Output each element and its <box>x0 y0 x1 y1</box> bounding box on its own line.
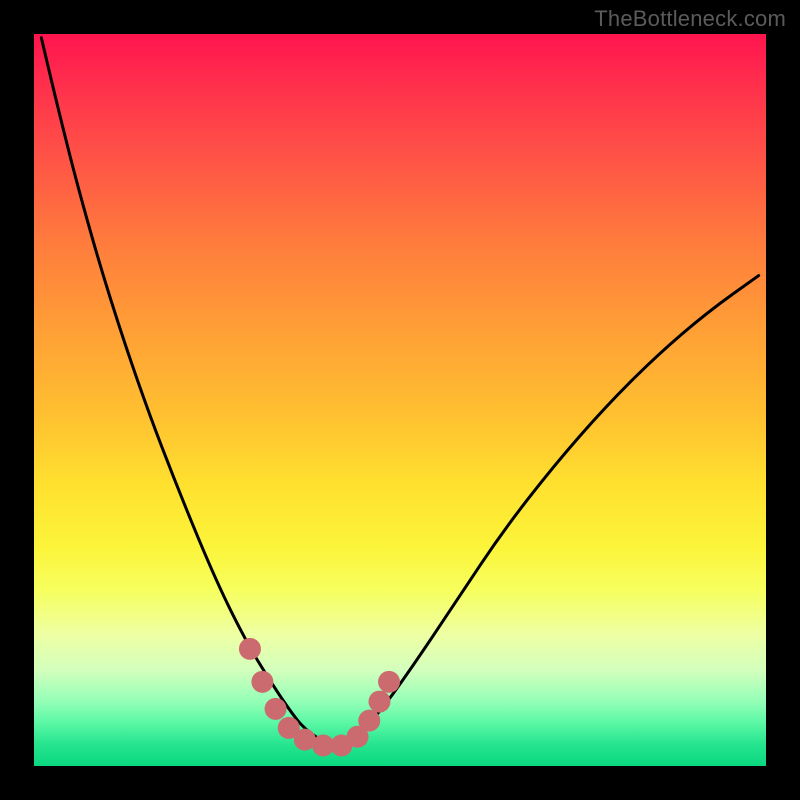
chart-svg <box>34 34 766 766</box>
valley-dot <box>265 698 287 720</box>
valley-dot <box>251 671 273 693</box>
watermark-text: TheBottleneck.com <box>594 6 786 32</box>
dotted-valley <box>239 638 400 757</box>
curve-left <box>41 38 326 744</box>
valley-dot <box>378 671 400 693</box>
curve-right <box>349 276 759 744</box>
plot-area <box>34 34 766 766</box>
valley-dot <box>369 691 391 713</box>
valley-dot <box>239 638 261 660</box>
chart-frame: TheBottleneck.com <box>0 0 800 800</box>
valley-dot <box>358 710 380 732</box>
